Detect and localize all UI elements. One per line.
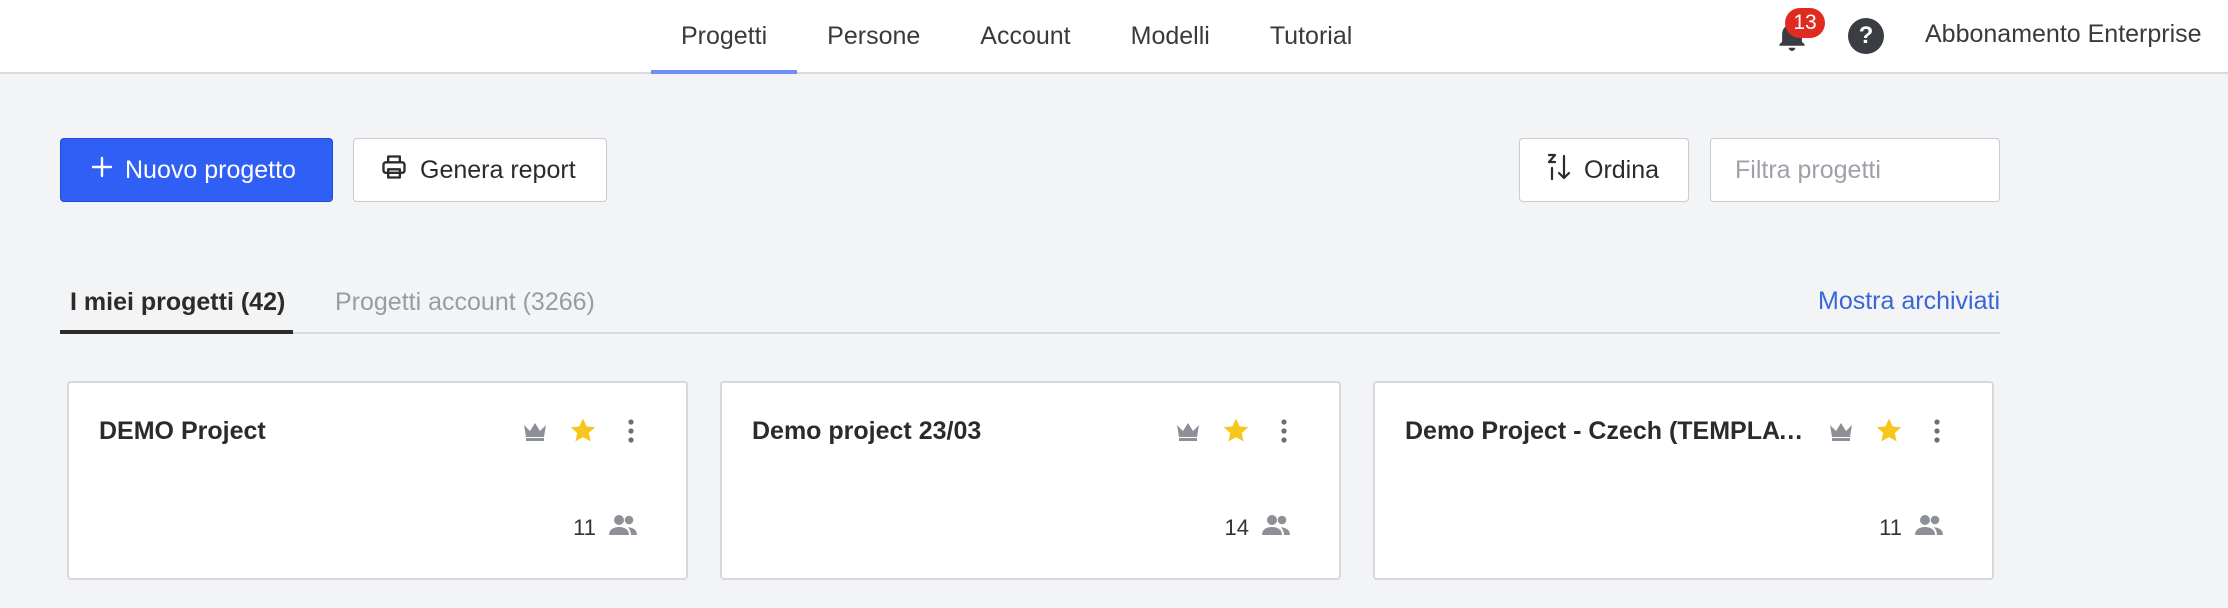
sort-icon — [1546, 152, 1572, 189]
question-icon[interactable]: ? — [1848, 18, 1884, 54]
more-vertical-icon[interactable] — [1268, 415, 1300, 447]
generate-report-label: Genera report — [420, 155, 576, 184]
sort-button[interactable]: Ordina — [1519, 138, 1689, 202]
people-icon — [1261, 513, 1291, 543]
project-tabs: I miei progetti (42) Progetti account (3… — [60, 282, 2000, 334]
project-card[interactable]: Demo project 23/03 14 — [720, 381, 1341, 580]
project-card[interactable]: DEMO Project 11 — [67, 381, 688, 580]
subscription-plan-link[interactable]: Abbonamento Enterprise — [1925, 20, 2202, 49]
printer-icon — [380, 153, 408, 188]
crown-icon[interactable] — [1172, 415, 1204, 447]
card-actions — [1172, 415, 1300, 447]
member-count: 11 — [1879, 513, 1944, 543]
people-icon — [1914, 513, 1944, 543]
member-count-value: 11 — [573, 515, 596, 540]
top-navigation: Progetti Persone Account Modelli Tutoria… — [0, 0, 2228, 74]
star-icon[interactable] — [1873, 415, 1905, 447]
tab-my-projects[interactable]: I miei progetti (42) — [60, 282, 293, 334]
nav-tab-templates[interactable]: Modelli — [1101, 0, 1240, 72]
new-project-label: Nuovo progetto — [125, 155, 296, 184]
project-name: Demo Project - Czech (TEMPLATE) — [1405, 417, 1815, 445]
nav-tab-account[interactable]: Account — [950, 0, 1100, 72]
member-count-value: 11 — [1879, 515, 1902, 540]
star-icon[interactable] — [1220, 415, 1252, 447]
people-icon — [608, 513, 638, 543]
more-vertical-icon[interactable] — [615, 415, 647, 447]
crown-icon[interactable] — [1825, 415, 1857, 447]
crown-icon[interactable] — [519, 415, 551, 447]
card-actions — [519, 415, 647, 447]
member-count: 14 — [1225, 513, 1291, 543]
notification-count-badge: 13 — [1785, 8, 1825, 38]
new-project-button[interactable]: Nuovo progetto — [60, 138, 333, 202]
filter-projects-input[interactable] — [1710, 138, 2000, 202]
card-actions — [1825, 415, 1953, 447]
project-card[interactable]: Demo Project - Czech (TEMPLATE) 11 — [1373, 381, 1994, 580]
plus-icon — [91, 156, 113, 185]
nav-tab-projects[interactable]: Progetti — [651, 0, 798, 74]
member-count: 11 — [573, 513, 638, 543]
show-archived-link[interactable]: Mostra archiviati — [1818, 287, 2000, 316]
project-name: DEMO Project — [99, 417, 266, 445]
star-icon[interactable] — [567, 415, 599, 447]
generate-report-button[interactable]: Genera report — [353, 138, 607, 202]
nav-tab-people[interactable]: Persone — [797, 0, 950, 72]
tab-account-projects[interactable]: Progetti account (3266) — [335, 282, 595, 332]
nav-tab-tutorial[interactable]: Tutorial — [1240, 0, 1382, 72]
main-nav: Progetti Persone Account Modelli Tutoria… — [651, 0, 1382, 74]
member-count-value: 14 — [1224, 515, 1249, 540]
project-name: Demo project 23/03 — [752, 417, 982, 445]
more-vertical-icon[interactable] — [1921, 415, 1953, 447]
sort-label: Ordina — [1584, 155, 1660, 184]
